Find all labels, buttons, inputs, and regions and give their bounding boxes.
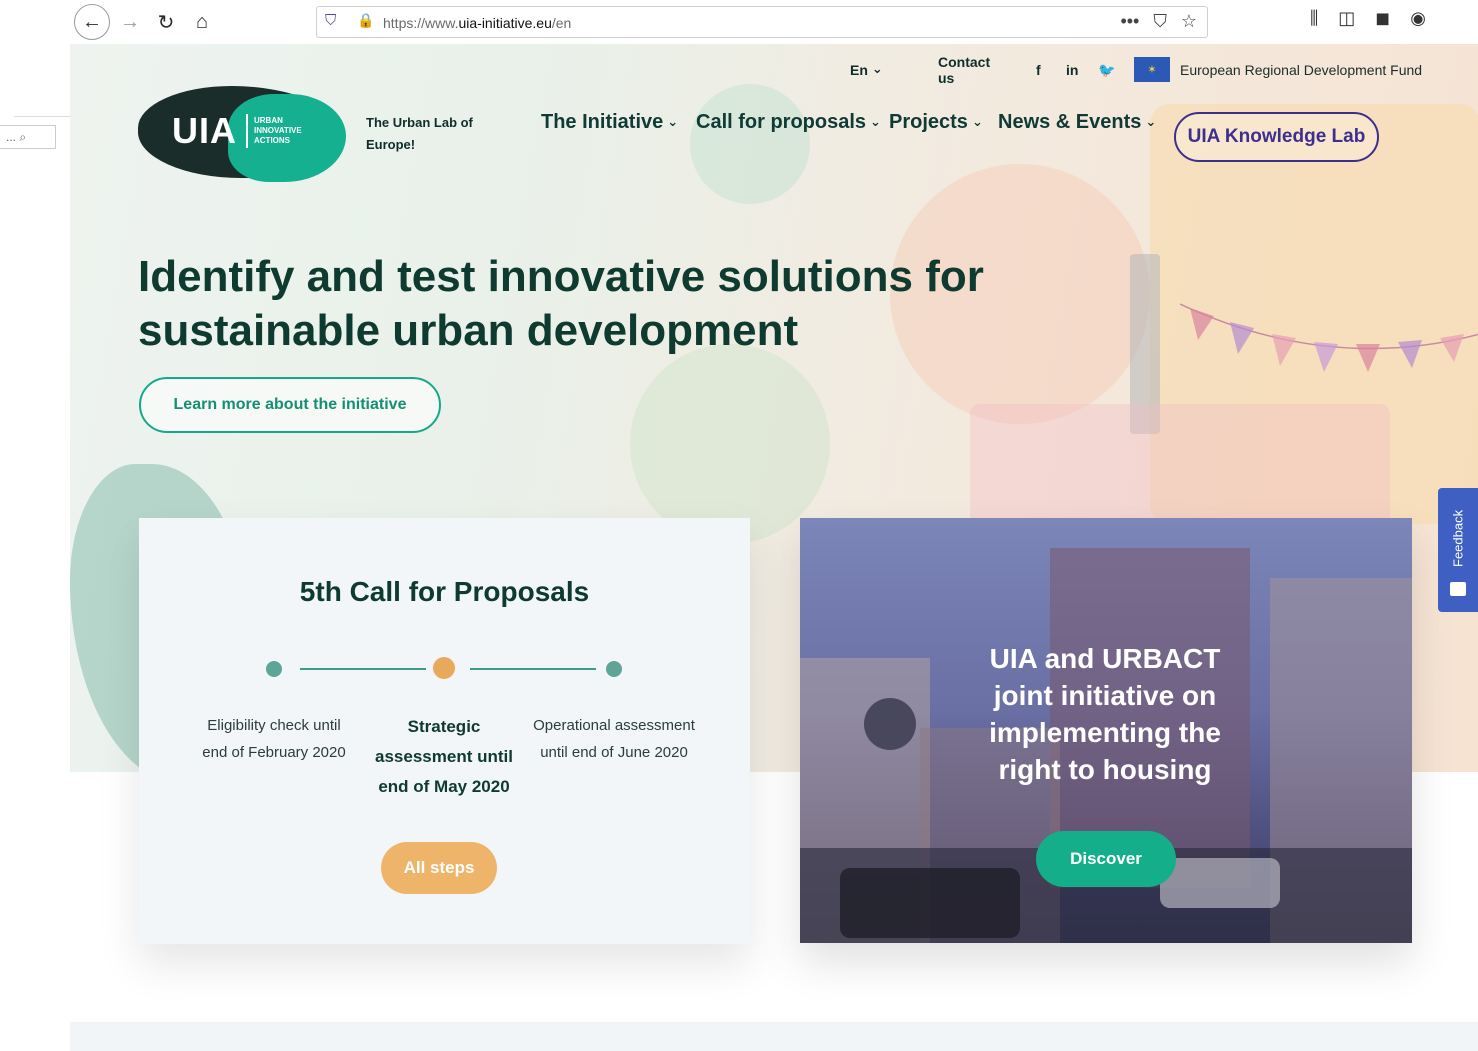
car-photo-shape: [1160, 858, 1280, 908]
star-icon[interactable]: ☆: [1181, 11, 1197, 32]
illustration-shape: [690, 84, 810, 204]
tagline: The Urban Lab of Europe!: [366, 115, 473, 152]
url-domain: uia-initiative.eu: [458, 15, 552, 31]
step-strategic: Strategic assessment until end of May 20…: [375, 717, 513, 796]
car-photo-shape: [840, 868, 1020, 938]
browser-toolbar: ← → ↻ ⌂ ⛉ 🔒 https://www.uia-initiative.e…: [0, 0, 1478, 44]
nav-label: Call for proposals: [696, 110, 867, 133]
arrow-left-icon: ←: [82, 10, 102, 33]
hero-headline: Identify and test innovative solutions f…: [138, 252, 984, 355]
home-button[interactable]: ⌂: [186, 6, 218, 38]
sidebar-icon[interactable]: ◫: [1338, 8, 1355, 29]
chevron-down-icon: ⌄: [971, 113, 983, 129]
url-actions: ••• ⛉ ☆: [1120, 11, 1197, 32]
housing-title: UIA and URBACT joint initiative on imple…: [989, 643, 1221, 785]
forward-button[interactable]: →: [114, 6, 146, 38]
chevron-down-icon: ⌄: [667, 113, 679, 129]
chevron-down-icon: ⌄: [871, 60, 883, 76]
nav-item-news-events[interactable]: News & Events ⌄: [998, 111, 1156, 134]
side-search-input[interactable]: ... ⌕: [0, 125, 56, 149]
nav-item-initiative[interactable]: The Initiative ⌄: [541, 111, 678, 134]
lock-icon[interactable]: 🔒: [357, 12, 374, 29]
chevron-down-icon: ⌄: [1145, 113, 1157, 129]
nav-item-call-for-proposals[interactable]: Call for proposals ⌄: [696, 111, 881, 134]
feedback-icon: [1450, 582, 1466, 596]
chevron-down-icon: ⌄: [870, 113, 881, 129]
linkedin-icon[interactable]: in: [1066, 62, 1078, 78]
twitter-icon[interactable]: 🐦: [1098, 62, 1115, 79]
pocket-icon[interactable]: ⛉: [1153, 11, 1167, 32]
home-icon: ⌂: [195, 10, 209, 33]
account-icon[interactable]: ◉: [1410, 8, 1426, 29]
discover-button[interactable]: Discover: [1036, 831, 1176, 887]
url-text[interactable]: https://www.uia-initiative.eu/en: [383, 15, 571, 31]
call-for-proposals-card: 5th Call for Proposals Eligibility check…: [139, 518, 750, 944]
uia-logo[interactable]: UIA URBAN INNOVATIVE ACTIONS: [138, 80, 348, 184]
step-operational: Operational assessment until end of June…: [533, 717, 695, 761]
toolbar-right: ⫼ ◫ ◼ ◉: [1310, 8, 1426, 29]
facebook-icon[interactable]: f: [1036, 62, 1041, 78]
back-button[interactable]: ←: [74, 4, 110, 40]
nav-label: News & Events: [998, 110, 1142, 133]
more-icon[interactable]: •••: [1120, 11, 1139, 32]
feedback-tab[interactable]: Feedback: [1438, 488, 1478, 612]
housing-initiative-card[interactable]: UIA and URBACT joint initiative on imple…: [800, 518, 1412, 943]
timeline-dot: [606, 661, 622, 677]
nav-label: The Initiative: [541, 110, 664, 133]
library-icon[interactable]: ⫼: [1310, 8, 1318, 29]
extension-icon[interactable]: ◼: [1375, 8, 1390, 29]
nav-label: Projects: [889, 110, 968, 133]
logo-subtext: URBAN INNOVATIVE ACTIONS: [254, 116, 302, 145]
timeline-line: [470, 668, 596, 670]
url-prefix: https://www.: [383, 15, 459, 31]
language-selector[interactable]: En ⌄: [850, 60, 883, 79]
timeline-line: [300, 668, 426, 670]
reload-button[interactable]: ↻: [150, 6, 182, 38]
call-title: 5th Call for Proposals: [299, 576, 590, 607]
next-section-band: [70, 1022, 1478, 1051]
side-divider: [14, 116, 70, 117]
language-label: En: [850, 61, 868, 78]
nav-item-projects[interactable]: Projects ⌄: [889, 111, 983, 134]
shield-icon[interactable]: ⛉: [325, 12, 336, 29]
timeline-dot-current: [433, 657, 455, 679]
all-steps-button[interactable]: All steps: [381, 842, 497, 894]
contact-us-link[interactable]: Contact us: [938, 54, 990, 86]
logo-separator: [246, 114, 248, 148]
logo-text: UIA: [172, 110, 237, 151]
erdf-label: European Regional Development Fund: [1180, 62, 1423, 78]
knowledge-lab-button[interactable]: UIA Knowledge Lab: [1174, 112, 1379, 162]
learn-more-button[interactable]: Learn more about the initiative: [139, 377, 441, 433]
address-bar[interactable]: ⛉ 🔒 https://www.uia-initiative.eu/en •••…: [316, 6, 1208, 38]
step-eligibility: Eligibility check until end of February …: [202, 717, 346, 761]
bunting-illustration: [1180, 303, 1478, 372]
timeline-dot: [266, 661, 282, 677]
street-sign-shape: [864, 698, 916, 750]
illustration-shape: [630, 344, 830, 544]
reload-icon: ↻: [157, 11, 175, 34]
arrow-right-icon: →: [120, 10, 140, 33]
url-suffix: /en: [551, 15, 572, 31]
illustration-shape: [970, 404, 1390, 524]
feedback-label: Feedback: [1450, 509, 1466, 567]
eu-flag-icon: ✶: [1134, 57, 1170, 82]
